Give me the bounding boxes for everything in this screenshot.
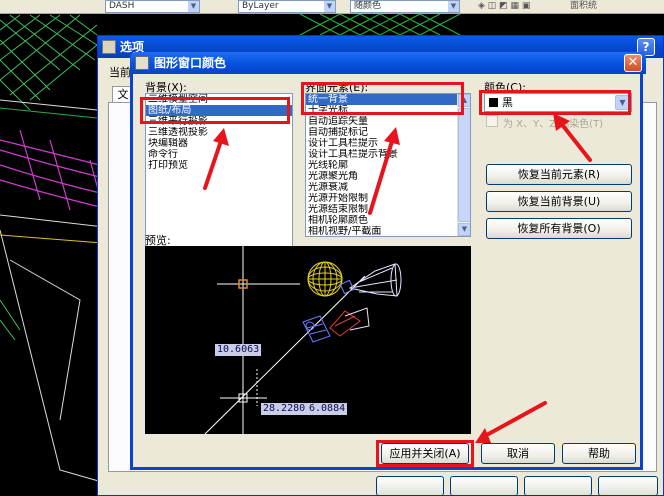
preview-pane: 10.6063 28.2280 6.0884: [145, 246, 471, 434]
cancel-button[interactable]: 取消: [481, 443, 555, 464]
context-list-item[interactable]: 打印预览: [146, 160, 292, 171]
scroll-down-icon[interactable]: ▼: [458, 223, 470, 236]
highlight-element-selection: [301, 82, 464, 115]
element-list-item[interactable]: 光源聚光角: [306, 171, 457, 182]
context-list-item[interactable]: 块编辑器: [146, 138, 292, 149]
highlight-apply-button: [376, 440, 474, 467]
preview-coord-y: 6.0884: [307, 403, 348, 415]
app-icon: [102, 40, 116, 54]
restore-all-contexts-button[interactable]: 恢复所有背景(O): [486, 218, 632, 239]
element-list-item[interactable]: 自动追踪矢量: [306, 116, 457, 127]
context-list-item[interactable]: 三维透视投影: [146, 127, 292, 138]
dialog-title: 图形窗口颜色: [154, 56, 227, 70]
linetype-value: DASH: [109, 1, 135, 11]
element-list-item[interactable]: 光线轮廓: [306, 160, 457, 171]
chevron-down-icon: ▼: [188, 1, 199, 12]
restore-current-context-button[interactable]: 恢复当前背景(U): [486, 191, 632, 212]
restore-current-element-button[interactable]: 恢复当前元素(R): [486, 164, 632, 185]
highlight-context-selection: [140, 97, 290, 124]
app-icon: [135, 56, 149, 70]
plotstyle-dropdown[interactable]: 随颜色 ▼: [350, 0, 460, 13]
dialog-titlebar[interactable]: 图形窗口颜色 ✕: [130, 52, 646, 74]
plotstyle-value: 随颜色: [354, 1, 382, 11]
help-button[interactable]: 帮助: [562, 443, 636, 464]
element-list-item[interactable]: 设计工具栏提示背景: [306, 149, 457, 160]
tint-axes-label: 为 X、Y、Z 轴染色(T): [503, 119, 604, 130]
toolbar-icons[interactable]: ◈ ◫ ◩ ▦ ▣: [478, 0, 530, 12]
element-list-item[interactable]: 光源结束限制: [306, 204, 457, 215]
chevron-down-icon: ▼: [448, 1, 459, 12]
current-profile-label: 当前: [109, 66, 131, 79]
element-list-item[interactable]: 设计工具栏提示: [306, 138, 457, 149]
linetype-dropdown[interactable]: DASH ▼: [105, 0, 200, 13]
highlight-color-dropdown: [479, 90, 631, 115]
close-button[interactable]: ✕: [624, 54, 642, 72]
element-list-item[interactable]: 光源开始限制: [306, 193, 457, 204]
lineweight-dropdown[interactable]: ByLayer ▼: [238, 0, 336, 13]
context-list-item[interactable]: 命令行: [146, 149, 292, 160]
chevron-down-icon: ▼: [324, 1, 335, 12]
options-help-button[interactable]: [598, 476, 658, 496]
element-list-items: 统一背景 十字光标 自动追踪矢量 自动捕捉标记 设计工具栏提示 设计工具栏提示背景 光线轮廓…: [306, 94, 457, 236]
element-list-item[interactable]: 相机轮廓颜色: [306, 215, 457, 226]
preview-coord-length: 10.6063: [215, 344, 262, 356]
element-list-item[interactable]: 自动捕捉标记: [306, 127, 457, 138]
preview-coord-x: 28.2280: [261, 403, 308, 415]
options-ok-button[interactable]: [376, 476, 444, 496]
options-apply-button[interactable]: [524, 476, 592, 496]
options-cancel-button[interactable]: [450, 476, 518, 496]
tint-axes-checkbox[interactable]: [486, 115, 498, 127]
scroll-thumb[interactable]: [458, 108, 470, 222]
lineweight-value: ByLayer: [242, 1, 279, 11]
area-label[interactable]: 面积统: [570, 0, 597, 12]
element-list-item[interactable]: 光源衰减: [306, 182, 457, 193]
cad-properties-toolbar: DASH ▼ ByLayer ▼ 随颜色 ▼ ◈ ◫ ◩ ▦ ▣ 面积统: [0, 0, 664, 14]
element-list-item[interactable]: 相机视野/平截面: [306, 226, 457, 236]
element-list-scrollbar[interactable]: ▲ ▼: [457, 94, 470, 236]
